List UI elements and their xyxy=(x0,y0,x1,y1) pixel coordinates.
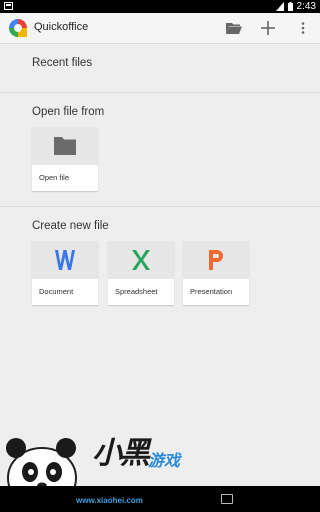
open-file-label: Open file xyxy=(39,173,70,182)
new-spreadsheet-card[interactable]: Spreadsheet xyxy=(108,241,174,305)
watermark-brand-sub: 游戏 xyxy=(148,453,181,470)
new-presentation-card[interactable]: Presentation xyxy=(183,241,249,305)
recent-apps-button[interactable] xyxy=(221,494,233,504)
presentation-icon xyxy=(209,250,223,270)
open-file-card[interactable]: Open file xyxy=(32,127,98,191)
status-right: 2:43 xyxy=(275,0,316,13)
folder-open-icon xyxy=(226,23,242,34)
system-nav-bar xyxy=(0,486,320,512)
spreadsheet-icon xyxy=(132,250,150,270)
spreadsheet-thumbnail xyxy=(108,241,174,279)
divider xyxy=(0,92,320,93)
open-file-from-heading: Open file from xyxy=(32,106,105,118)
document-thumbnail xyxy=(32,241,98,279)
battery-icon xyxy=(287,2,293,11)
app-bar: Quickoffice xyxy=(0,13,320,44)
presentation-thumbnail xyxy=(183,241,249,279)
word-document-icon xyxy=(55,250,75,270)
document-label: Document xyxy=(39,287,74,296)
open-folder-button[interactable] xyxy=(224,18,244,38)
new-document-card[interactable]: Document xyxy=(32,241,98,305)
recent-files-heading: Recent files xyxy=(32,57,93,69)
wifi-icon xyxy=(275,2,284,11)
status-bar: 2:43 xyxy=(0,0,320,13)
watermark-url: www.xiaohei.com xyxy=(76,496,143,505)
plus-icon xyxy=(261,21,275,35)
create-new-file-heading: Create new file xyxy=(32,220,109,232)
open-file-thumbnail xyxy=(32,127,98,165)
spreadsheet-label: Spreadsheet xyxy=(115,287,158,296)
status-time: 2:43 xyxy=(296,1,316,12)
overflow-menu-button[interactable] xyxy=(293,18,313,38)
divider xyxy=(0,206,320,207)
folder-icon xyxy=(54,137,76,155)
notification-icon xyxy=(4,2,13,10)
watermark-brand: 小黑 xyxy=(92,437,150,470)
presentation-label: Presentation xyxy=(190,287,233,296)
overflow-menu-icon xyxy=(301,22,305,34)
app-title: Quickoffice xyxy=(34,21,89,33)
quickoffice-logo-icon xyxy=(9,19,27,37)
new-file-button[interactable] xyxy=(258,18,278,38)
